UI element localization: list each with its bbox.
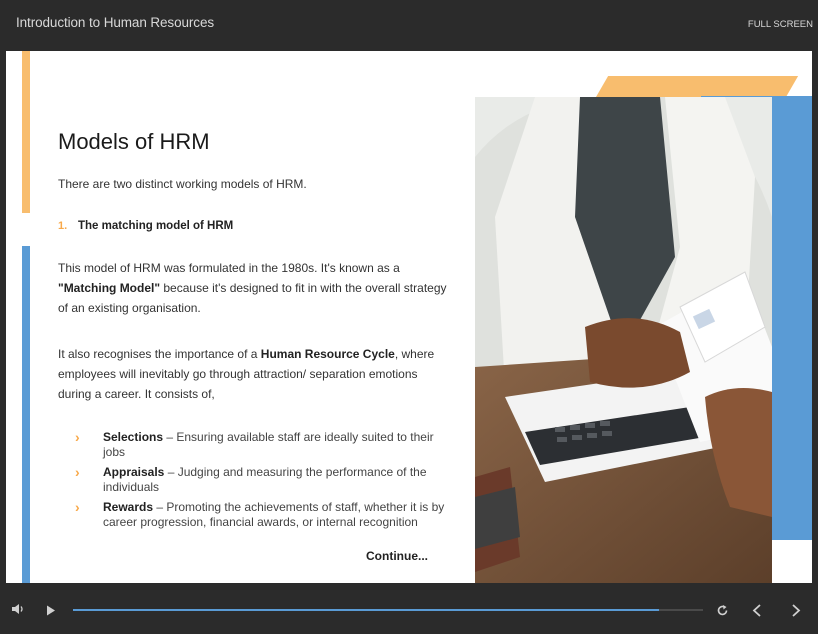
list-item: › Appraisals – Judging and measuring the … xyxy=(72,465,452,495)
chevron-right-icon: › xyxy=(75,464,80,480)
subsection-title: The matching model of HRM xyxy=(78,220,234,232)
paragraph-bold: Human Resource Cycle xyxy=(260,347,395,361)
paragraph-text: This model of HRM was formulated in the … xyxy=(58,261,400,275)
cycle-list: › Selections – Ensuring available staff a… xyxy=(72,430,452,535)
paragraph-matching-model: This model of HRM was formulated in the … xyxy=(58,258,448,318)
subsection-number: 1. xyxy=(58,220,68,232)
list-item-term: Selections xyxy=(103,430,164,444)
previous-icon[interactable] xyxy=(752,604,762,617)
replay-icon[interactable] xyxy=(716,604,729,617)
fullscreen-button[interactable]: FULL SCREEN xyxy=(748,19,813,30)
list-item: › Selections – Ensuring available staff a… xyxy=(72,430,452,460)
slide-photo xyxy=(475,97,772,583)
paragraph-bold: "Matching Model" xyxy=(58,281,161,295)
list-item: › Rewards – Promoting the achievements of… xyxy=(72,500,452,530)
paragraph-text: It also recognises the importance of a xyxy=(58,347,261,361)
next-icon[interactable] xyxy=(791,604,801,617)
slide-heading: Models of HRM xyxy=(58,129,210,154)
play-icon[interactable] xyxy=(46,605,56,616)
top-bar: Introduction to Human Resources FULL SCR… xyxy=(0,0,818,50)
course-title: Introduction to Human Resources xyxy=(16,15,215,30)
chevron-right-icon: › xyxy=(75,499,80,515)
continue-link[interactable]: Continue... xyxy=(366,549,428,563)
intro-text: There are two distinct working models of… xyxy=(58,177,307,191)
progress-bar[interactable] xyxy=(73,609,703,611)
list-item-term: Appraisals xyxy=(103,465,165,479)
list-item-term: Rewards xyxy=(103,500,154,514)
photo-illustration xyxy=(475,97,772,583)
player-controls xyxy=(0,584,818,634)
paragraph-hr-cycle: It also recognises the importance of a H… xyxy=(58,344,448,404)
progress-fill xyxy=(73,609,659,611)
chevron-right-icon: › xyxy=(75,429,80,445)
slide: Models of HRM There are two distinct wor… xyxy=(6,51,812,583)
accent-bar-blue xyxy=(22,246,30,583)
volume-icon[interactable] xyxy=(11,603,25,615)
accent-bar-orange xyxy=(22,51,30,213)
list-item-text: – Promoting the achievements of staff, w… xyxy=(103,500,445,529)
